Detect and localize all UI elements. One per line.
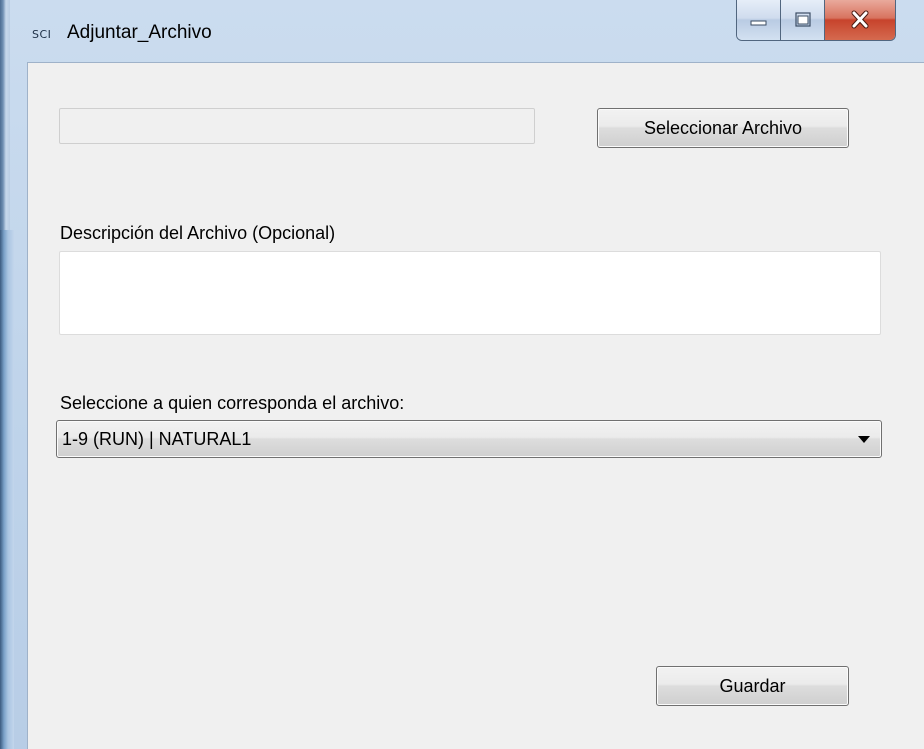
window-frame: SCI Adjuntar_Archivo Seleccionar Archivo… [0, 0, 924, 749]
save-button-label: Guardar [719, 675, 786, 696]
close-icon [851, 10, 869, 29]
save-button[interactable]: Guardar [656, 666, 849, 706]
window-left-border-lower [0, 230, 14, 749]
chevron-down-icon[interactable] [858, 436, 870, 443]
owner-select-value: 1-9 (RUN) | NATURAL1 [62, 429, 252, 449]
maximize-icon [794, 12, 811, 27]
close-button[interactable] [825, 0, 895, 40]
minimize-icon [750, 20, 766, 26]
select-file-button-label: Seleccionar Archivo [643, 117, 803, 138]
owner-label: Seleccione a quien corresponda el archiv… [60, 393, 405, 413]
description-field[interactable] [59, 251, 881, 335]
file-path-field[interactable] [59, 108, 535, 144]
dialog-client-area: Seleccionar Archivo Descripción del Arch… [27, 62, 924, 749]
minimize-button[interactable] [737, 0, 781, 40]
description-label: Descripción del Archivo (Opcional) [60, 223, 336, 243]
title-bar[interactable]: SCI Adjuntar_Archivo [10, 0, 924, 62]
maximize-button[interactable] [781, 0, 825, 40]
window-title: Adjuntar_Archivo [67, 22, 212, 43]
app-icon: SCI [32, 28, 52, 41]
caption-buttons [736, 0, 896, 41]
owner-select[interactable]: 1-9 (RUN) | NATURAL1 [56, 420, 882, 458]
select-file-button[interactable]: Seleccionar Archivo [597, 108, 849, 148]
